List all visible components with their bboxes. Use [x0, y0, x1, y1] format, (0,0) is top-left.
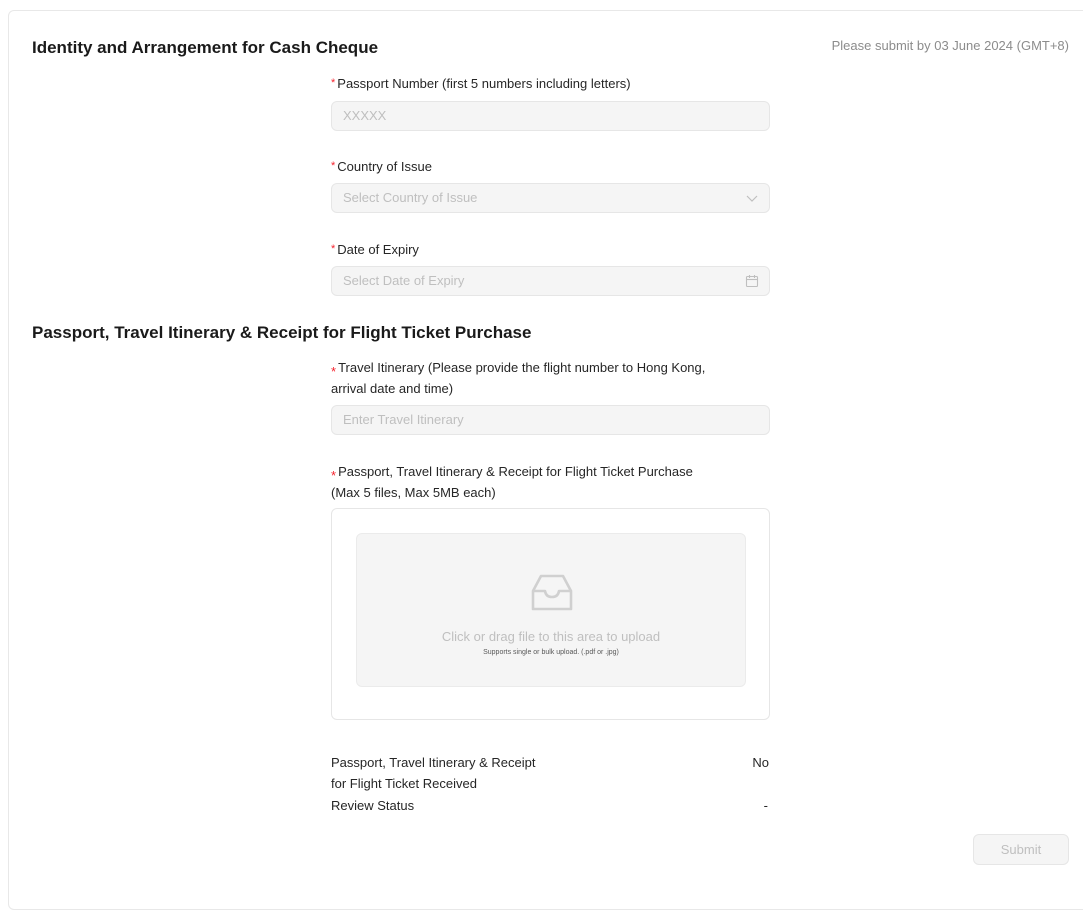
date-of-expiry-picker[interactable]: Select Date of Expiry [331, 266, 770, 296]
country-of-issue-select[interactable]: Select Country of Issue [331, 183, 770, 213]
upload-dropzone[interactable]: Click or drag file to this area to uploa… [356, 533, 746, 687]
passport-number-label: * Passport Number (first 5 numbers includ… [331, 76, 631, 91]
travel-itinerary-label: * Travel Itinerary (Please provide the fl… [331, 360, 706, 396]
required-marker: * [331, 160, 336, 172]
upload-hint: Supports single or bulk upload. (.pdf or… [483, 649, 619, 656]
form-card [8, 10, 1083, 910]
travel-itinerary-input[interactable]: Enter Travel Itinerary [331, 405, 770, 435]
passport-number-input[interactable]: XXXXX [331, 101, 770, 131]
review-status-label: Review Status [331, 798, 415, 813]
section-title-identity: Identity and Arrangement for Cash Cheque [32, 38, 379, 57]
review-status-value: - [763, 798, 768, 813]
chevron-down-icon [746, 195, 758, 202]
upload-container: Click or drag file to this area to uploa… [331, 508, 770, 720]
required-marker: * [331, 243, 336, 255]
required-marker: * [331, 77, 336, 89]
section-title-documents: Passport, Travel Itinerary & Receipt for… [32, 323, 532, 342]
country-of-issue-label: * Country of Issue [331, 159, 432, 174]
date-of-expiry-label: * Date of Expiry [331, 242, 419, 257]
submission-deadline: Please submit by 03 June 2024 (GMT+8) [831, 38, 1069, 53]
submit-button[interactable]: Submit [973, 834, 1069, 865]
documents-received-value: No [752, 755, 769, 770]
required-marker: * [331, 364, 337, 379]
required-marker: * [331, 468, 337, 483]
documents-received-label: Passport, Travel Itinerary & Receipt for… [331, 755, 536, 791]
calendar-icon [745, 275, 759, 288]
upload-instruction: Click or drag file to this area to uploa… [441, 629, 661, 644]
inbox-icon [531, 574, 573, 611]
documents-upload-label: * Passport, Travel Itinerary & Receipt fo… [331, 464, 693, 500]
